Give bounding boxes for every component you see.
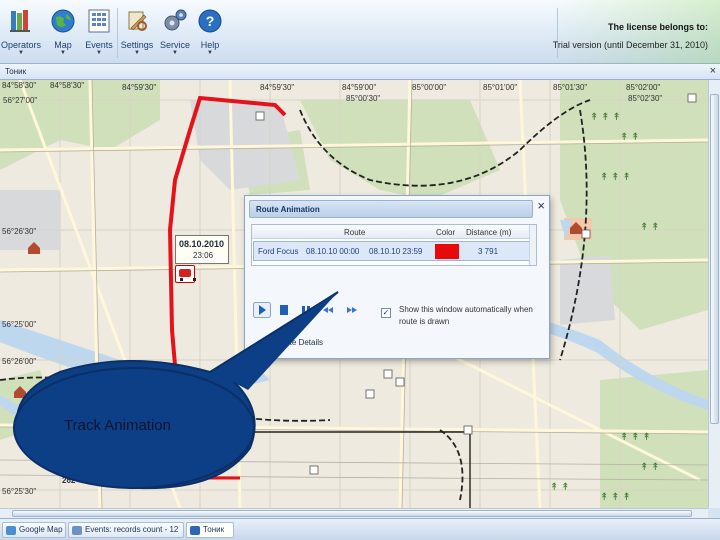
map-tab-icon	[6, 526, 16, 535]
table-header: Route Color Distance (m)	[252, 225, 532, 239]
main-roads	[190, 431, 471, 508]
tab-label: Google Map	[19, 525, 63, 534]
auto-show-label: Show this window automatically when rout…	[399, 305, 533, 326]
coord-label: 56°26'30"	[2, 227, 37, 236]
operators-button[interactable]: Operators ▼	[0, 6, 42, 60]
svg-text:↟ ↟: ↟ ↟	[640, 462, 660, 473]
fast-forward-icon[interactable]	[343, 302, 361, 318]
close-icon[interactable]: ×	[710, 65, 716, 77]
svg-text:?: ?	[206, 13, 215, 29]
calendar-grid-icon	[88, 9, 110, 33]
operators-label: Operators	[0, 40, 42, 50]
tab-google-map[interactable]: Google Map	[2, 522, 66, 538]
road-number: 262	[62, 476, 76, 485]
coord-label: 84°59'00"	[342, 83, 377, 92]
route-distance: 3 791	[478, 247, 499, 256]
route-details-link[interactable]: Route Details	[275, 338, 323, 347]
coord-label: 85°02'30"	[628, 94, 663, 103]
svg-text:↟ ↟: ↟ ↟	[620, 132, 640, 143]
vehicle-marker-icon[interactable]	[175, 265, 196, 283]
route-date: 08.10.2010	[179, 239, 225, 249]
table-scrollbar[interactable]	[529, 225, 536, 265]
coord-label: 85°02'00"	[626, 83, 661, 92]
help-label: Help	[200, 40, 220, 50]
tab-label: Тоник	[203, 525, 225, 534]
scroll-thumb[interactable]	[12, 510, 692, 517]
license-info: The license belongs to: Trial version (u…	[553, 22, 708, 50]
coord-label: 84°59'30"	[122, 83, 157, 92]
coord-label: 84°59'30"	[260, 83, 295, 92]
auto-show-checkbox[interactable]: ✓	[381, 308, 391, 318]
events-label: Events	[85, 40, 113, 50]
callout-text: Track Animation	[64, 417, 171, 434]
dialog-title: Route Animation	[256, 205, 320, 214]
route-start: 08.10.10 00:00	[306, 247, 360, 256]
coord-label: 56°27'00"	[3, 96, 38, 105]
svg-text:↟ ↟: ↟ ↟	[640, 222, 660, 233]
bottom-tab-bar: Google Map Events: records count - 12 То…	[0, 518, 720, 540]
route-vehicle: Ford Focus	[258, 247, 299, 256]
tab-tonik[interactable]: Тоник	[186, 522, 234, 538]
settings-label: Settings	[120, 40, 154, 50]
license-title: The license belongs to:	[607, 22, 708, 32]
coord-label: 56°26'00"	[2, 357, 37, 366]
svg-text:↟ ↟ ↟: ↟ ↟ ↟	[600, 492, 631, 503]
help-button[interactable]: ? Help ▼	[190, 6, 230, 60]
route-color-swatch[interactable]	[435, 244, 459, 259]
stop-icon[interactable]	[297, 302, 315, 318]
coord-label: 85°01'00"	[483, 83, 518, 92]
gears-icon	[164, 9, 187, 31]
coord-label: 84°58'30"	[50, 81, 85, 90]
globe-icon	[51, 9, 75, 33]
table-row[interactable]: Ford Focus 08.10.10 00:00 08.10.10 23:59…	[253, 241, 531, 261]
route-table: Route Color Distance (m) Ford Focus 08.1…	[251, 224, 537, 266]
events-button[interactable]: Events ▼	[78, 6, 120, 60]
route-time-label: 08.10.2010 23:06	[175, 235, 229, 264]
chevron-down-icon[interactable]: ▼	[0, 50, 42, 57]
tab-label: Events: records count - 12	[85, 525, 179, 534]
coord-label: 84°58'30"	[2, 81, 37, 90]
settings-button[interactable]: Settings ▼	[115, 6, 159, 60]
tab-events[interactable]: Events: records count - 12	[68, 522, 184, 538]
close-icon[interactable]: ×	[537, 199, 545, 213]
svg-text:↟ ↟: ↟ ↟	[550, 482, 570, 493]
column-header-color[interactable]: Color	[436, 228, 455, 237]
license-detail: Trial version (until December 31, 2010)	[552, 40, 708, 50]
coord-label: 85°00'30"	[346, 94, 381, 103]
help-question-icon: ?	[198, 9, 222, 33]
rewind-icon[interactable]	[319, 302, 337, 318]
events-tab-icon	[72, 526, 82, 535]
tonik-tab-icon	[190, 526, 200, 535]
coord-label: 56°25'30"	[2, 487, 37, 496]
svg-text:↟ ↟ ↟: ↟ ↟ ↟	[620, 432, 651, 443]
main-toolbar: Operators ▼ Map ▼ Events ▼ Settings ▼ Se…	[0, 0, 720, 64]
pause-icon[interactable]	[275, 302, 293, 318]
route-animation-dialog: Route Animation × Route Color Distance (…	[244, 195, 550, 359]
settings-tools-icon	[128, 11, 147, 31]
svg-text:↟ ↟ ↟: ↟ ↟ ↟	[600, 172, 631, 183]
play-icon[interactable]	[253, 302, 271, 318]
map-vertical-scrollbar[interactable]	[708, 80, 720, 508]
chevron-down-icon[interactable]: ▼	[190, 50, 230, 57]
chevron-down-icon[interactable]: ▼	[78, 50, 120, 57]
route-end: 08.10.10 23:59	[369, 247, 423, 256]
chevron-down-icon[interactable]: ▼	[115, 50, 159, 57]
scroll-thumb[interactable]	[710, 94, 719, 424]
coord-label: 56°25'00"	[2, 320, 37, 329]
map-horizontal-scrollbar[interactable]	[0, 508, 708, 518]
route-time: 23:06	[193, 251, 214, 260]
dialog-titlebar: Route Animation	[249, 200, 533, 218]
coord-label: 85°00'00"	[412, 83, 447, 92]
map-window-header: Тоник ×	[0, 64, 720, 80]
coord-label: 85°01'30"	[553, 83, 588, 92]
map-window-title: Тоник	[5, 67, 27, 76]
column-header-route[interactable]: Route	[344, 228, 365, 237]
operators-books-icon	[10, 10, 30, 32]
column-header-distance[interactable]: Distance (m)	[466, 228, 511, 237]
svg-text:↟ ↟ ↟: ↟ ↟ ↟	[590, 112, 621, 123]
